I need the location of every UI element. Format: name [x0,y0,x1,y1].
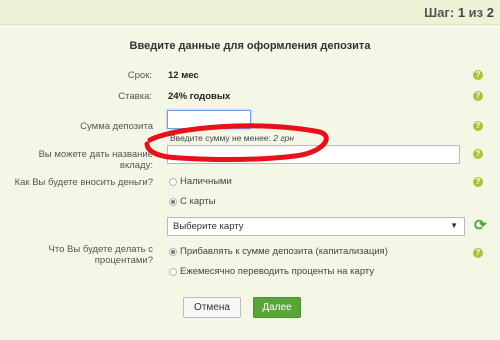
cancel-button[interactable]: Отмена [183,297,241,318]
deposit-name-input[interactable] [167,145,460,164]
next-button[interactable]: Далее [253,297,301,318]
interest-capitalize-label[interactable]: Прибавлять к сумме депозита (капитализац… [180,246,388,257]
step-current: 1 [457,5,466,20]
payment-method-label: Как Вы будете вносить деньги? [14,177,153,188]
wizard-header: Шаг: 1 из 2 [0,0,500,25]
dropdown-arrow-icon: ▼ [450,221,458,230]
payment-cash-radio[interactable] [169,178,177,186]
name-help-icon[interactable]: ? [473,149,483,159]
rate-value: 24% годовых [168,91,231,102]
rate-label: Ставка: [118,91,152,102]
amount-hint-value: 2 грн [273,133,294,143]
rate-help-icon[interactable]: ? [473,91,483,101]
interest-label: Что Вы будете делать с процентами? [4,244,153,266]
interest-label-line1: Что Вы будете делать с [48,244,153,255]
amount-label: Сумма депозита [80,121,153,132]
deposit-name-label: Вы можете дать название вкладу: [38,149,153,171]
interest-label-line2: процентами? [94,255,153,266]
payment-cash-label[interactable]: Наличными [180,176,232,187]
payment-help-icon[interactable]: ? [473,177,483,187]
amount-hint: Введите сумму не менее: 2 грн [170,133,294,143]
interest-transfer-radio[interactable] [169,268,177,276]
refresh-icon[interactable]: ⟳ [474,217,487,235]
step-indicator: Шаг: 1 из 2 [424,5,494,20]
interest-capitalize-radio[interactable] [169,248,177,256]
step-separator: из [468,5,484,20]
step-total: 2 [486,5,494,20]
amount-hint-text: Введите сумму не менее: [170,133,271,143]
card-select[interactable]: Выберите карту ▼ [167,217,465,236]
deposit-amount-input[interactable] [167,110,251,129]
interest-transfer-label[interactable]: Ежемесячно переводить проценты на карту [180,266,374,277]
form-title: Введите данные для оформления депозита [129,40,371,52]
payment-card-label[interactable]: С карты [180,196,215,207]
term-label: Срок: [127,70,152,81]
interest-help-icon[interactable]: ? [473,248,483,258]
amount-help-icon[interactable]: ? [473,121,483,131]
card-select-value: Выберите карту [173,221,244,232]
payment-card-radio[interactable] [169,198,177,206]
term-help-icon[interactable]: ? [473,70,483,80]
term-value: 12 мес [168,70,199,81]
step-label: Шаг: [424,5,455,20]
